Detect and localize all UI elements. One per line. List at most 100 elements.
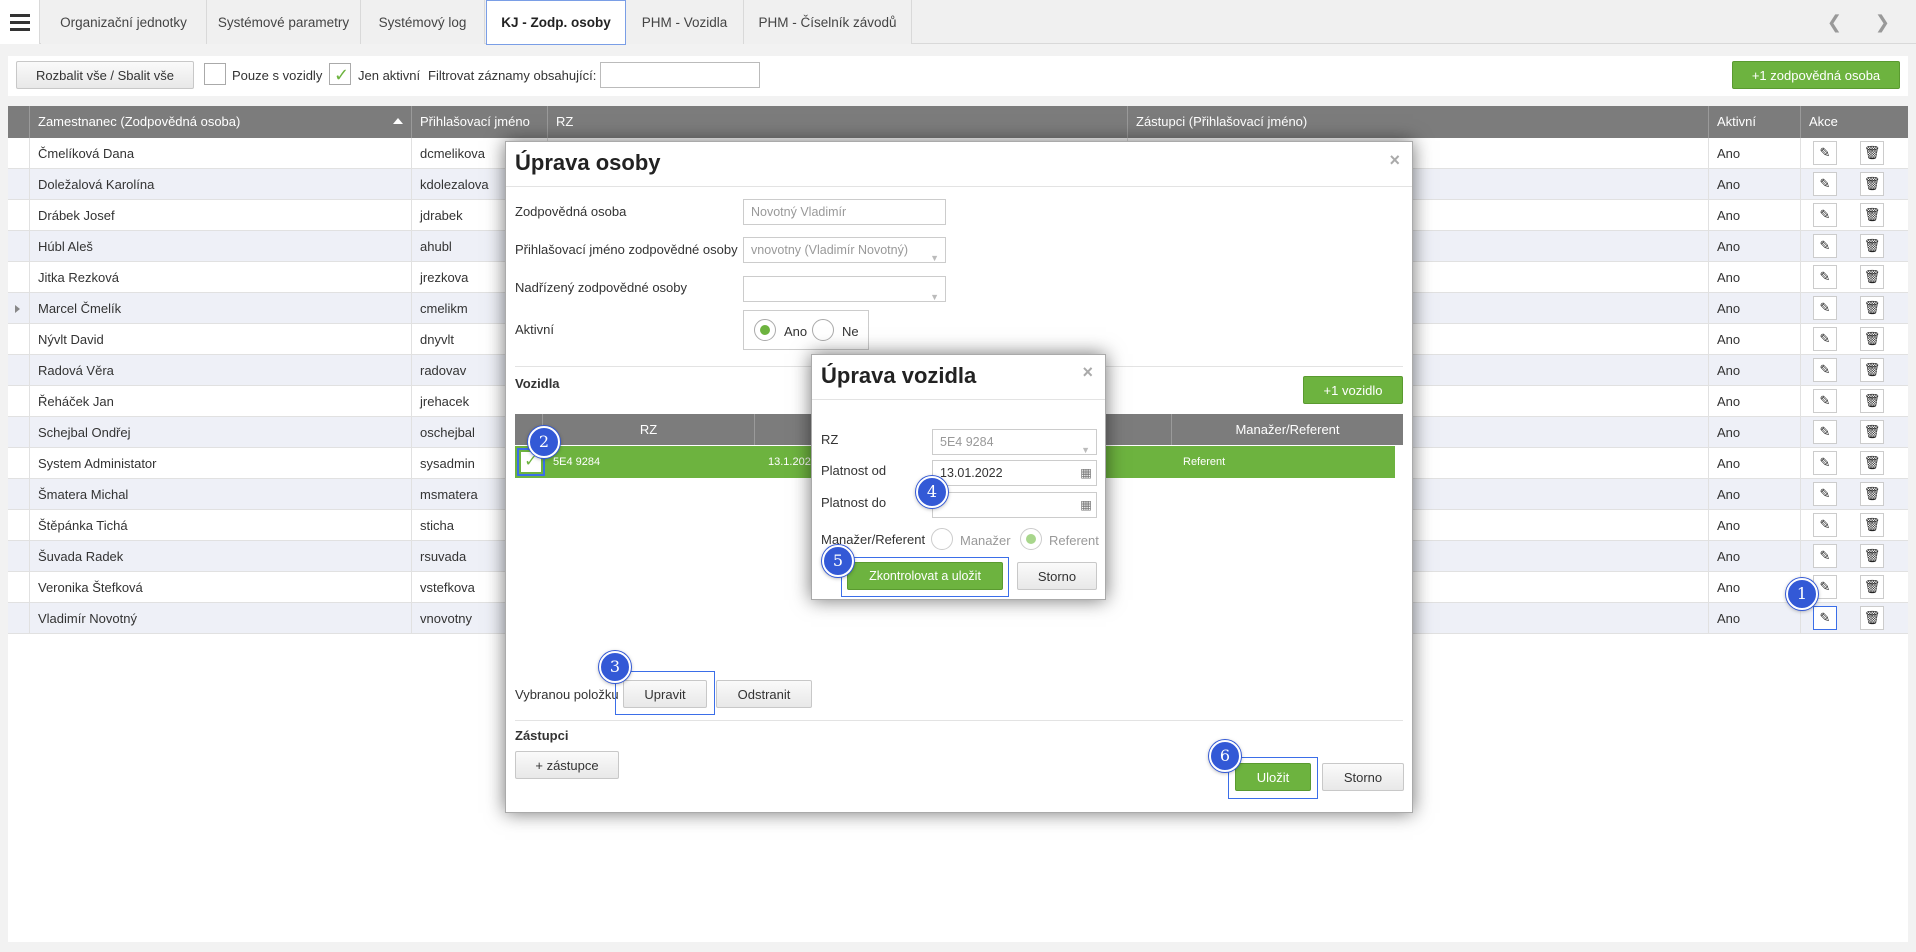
expand-arrow-icon[interactable] (15, 305, 20, 313)
cell-name: Schejbal Ondřej (30, 417, 412, 448)
edit-pencil-icon[interactable]: ✎ (1813, 172, 1837, 196)
cell-aktivni: Ano (1709, 448, 1801, 479)
check-save-highlight (841, 557, 1009, 597)
add-deputy-button[interactable]: + zástupce (515, 751, 619, 779)
row-expand-cell (8, 231, 30, 262)
vehicles-header-rz[interactable]: RZ (543, 414, 755, 445)
rz-label: RZ (821, 432, 839, 447)
close-icon[interactable]: × (1082, 362, 1093, 383)
remove-vehicle-button[interactable]: Odstranit (716, 680, 812, 708)
delete-trash-icon[interactable]: 🗑 (1860, 420, 1884, 444)
delete-trash-icon[interactable]: 🗑 (1860, 575, 1884, 599)
menu-icon[interactable] (0, 0, 40, 44)
edit-pencil-icon[interactable]: ✎ (1813, 451, 1837, 475)
delete-trash-icon[interactable]: 🗑 (1860, 358, 1884, 382)
delete-trash-icon[interactable]: 🗑 (1860, 203, 1884, 227)
edit-pencil-icon[interactable]: ✎ (1813, 513, 1837, 537)
tab-systemove-parametry[interactable]: Systémové parametry (207, 0, 361, 44)
edit-pencil-icon[interactable]: ✎ (1813, 203, 1837, 227)
header-login[interactable]: Přihlašovací jméno (412, 106, 548, 138)
delete-trash-icon[interactable]: 🗑 (1860, 482, 1884, 506)
delete-trash-icon[interactable]: 🗑 (1860, 234, 1884, 258)
filter-input[interactable] (600, 62, 760, 88)
delete-trash-icon[interactable]: 🗑 (1860, 389, 1884, 413)
edit-pencil-icon[interactable]: ✎ (1813, 327, 1837, 351)
edit-pencil-icon[interactable]: ✎ (1813, 141, 1837, 165)
header-deputies[interactable]: Zástupci (Přihlašovací jméno) (1128, 106, 1709, 138)
cell-aktivni: Ano (1709, 355, 1801, 386)
vehicles-header-role[interactable]: Manažer/Referent (1172, 414, 1403, 445)
only-vehicles-label: Pouze s vozidly (232, 68, 323, 83)
vehicle-role: Referent (1183, 456, 1226, 468)
cell-name: Štěpánka Tichá (30, 510, 412, 541)
header-active[interactable]: Aktivní (1709, 106, 1801, 138)
edit-pencil-icon[interactable]: ✎ (1813, 265, 1837, 289)
role-manager-radio[interactable] (931, 528, 953, 550)
expand-collapse-button[interactable]: Rozbalit vše / Sbalit vše (16, 61, 194, 89)
title-divider (506, 186, 1412, 187)
delete-trash-icon[interactable]: 🗑 (1860, 606, 1884, 630)
active-yes-radio[interactable] (754, 319, 776, 341)
active-label: Aktivní (515, 322, 555, 337)
edit-pencil-icon[interactable]: ✎ (1813, 234, 1837, 258)
cell-aktivni: Ano (1709, 510, 1801, 541)
cell-aktivni: Ano (1709, 293, 1801, 324)
step-marker-5: 5 (822, 545, 854, 577)
edit-pencil-icon[interactable]: ✎ (1813, 389, 1837, 413)
responsible-person-field[interactable]: Novotný Vladimír (743, 199, 946, 225)
role-referent-radio[interactable] (1020, 528, 1042, 550)
delete-trash-icon[interactable]: 🗑 (1860, 513, 1884, 537)
close-icon[interactable]: × (1389, 150, 1400, 171)
add-vehicle-button[interactable]: +1 vozidlo (1303, 376, 1403, 404)
header-rz[interactable]: RZ (548, 106, 1128, 138)
delete-trash-icon[interactable]: 🗑 (1860, 451, 1884, 475)
calendar-icon[interactable]: ▦ (1080, 461, 1092, 485)
only-active-checkbox[interactable]: ✓ (329, 63, 351, 85)
cell-aktivni: Ano (1709, 541, 1801, 572)
header-employee[interactable]: Zamestnanec (Zodpovědná osoba) (30, 106, 412, 138)
tab-organizacni-jednotky[interactable]: Organizační jednotky (41, 0, 207, 44)
row-expand-cell (8, 417, 30, 448)
tab-kj-zodp-osoby[interactable]: KJ - Zodp. osoby (486, 0, 626, 45)
delete-trash-icon[interactable]: 🗑 (1860, 544, 1884, 568)
save-button-highlight (1228, 757, 1318, 799)
valid-from-input[interactable]: 13.01.2022 ▦ (932, 460, 1097, 486)
login-select[interactable]: vnovotny (Vladimír Novotný) ▼ (743, 237, 946, 263)
edit-button-highlight (615, 671, 715, 715)
delete-trash-icon[interactable]: 🗑 (1860, 172, 1884, 196)
cancel-button[interactable]: Storno (1322, 763, 1404, 791)
delete-trash-icon[interactable]: 🗑 (1860, 296, 1884, 320)
edit-pencil-icon[interactable]: ✎ (1813, 482, 1837, 506)
row-expand-cell (8, 603, 30, 634)
header-expand (8, 106, 30, 138)
section-divider (515, 720, 1403, 721)
tab-phm-ciselnik-zavodu[interactable]: PHM - Číselník závodů (744, 0, 912, 44)
tab-scroll-arrows-icon[interactable]: ❮ ❯ (1827, 12, 1904, 33)
delete-trash-icon[interactable]: 🗑 (1860, 141, 1884, 165)
role-manager-label: Manažer (960, 533, 1011, 548)
cancel-vehicle-button[interactable]: Storno (1017, 562, 1097, 590)
tab-systemovy-log[interactable]: Systémový log (361, 0, 485, 44)
sort-asc-icon (393, 118, 403, 124)
cell-aktivni: Ano (1709, 479, 1801, 510)
cell-name: Húbl Aleš (30, 231, 412, 262)
edit-pencil-icon[interactable]: ✎ (1813, 420, 1837, 444)
active-no-label: Ne (842, 324, 859, 339)
cell-aktivni: Ano (1709, 386, 1801, 417)
supervisor-select[interactable]: ▼ (743, 276, 946, 302)
edit-pencil-icon[interactable]: ✎ (1813, 358, 1837, 382)
rz-select[interactable]: 5E4 9284 ▼ (932, 429, 1097, 455)
active-no-radio[interactable] (812, 319, 834, 341)
delete-trash-icon[interactable]: 🗑 (1860, 327, 1884, 351)
edit-pencil-icon[interactable]: ✎ (1813, 296, 1837, 320)
row-expand-cell (8, 169, 30, 200)
only-vehicles-checkbox[interactable] (204, 63, 226, 85)
add-person-button[interactable]: +1 zodpovědná osoba (1732, 61, 1900, 89)
delete-trash-icon[interactable]: 🗑 (1860, 265, 1884, 289)
edit-pencil-icon[interactable]: ✎ (1813, 544, 1837, 568)
edit-pencil-icon[interactable]: ✎ (1813, 606, 1837, 630)
calendar-icon[interactable]: ▦ (1080, 493, 1092, 517)
tab-phm-vozidla[interactable]: PHM - Vozidla (626, 0, 744, 44)
valid-to-input[interactable]: ▦ (932, 492, 1097, 518)
row-expand-cell (8, 262, 30, 293)
